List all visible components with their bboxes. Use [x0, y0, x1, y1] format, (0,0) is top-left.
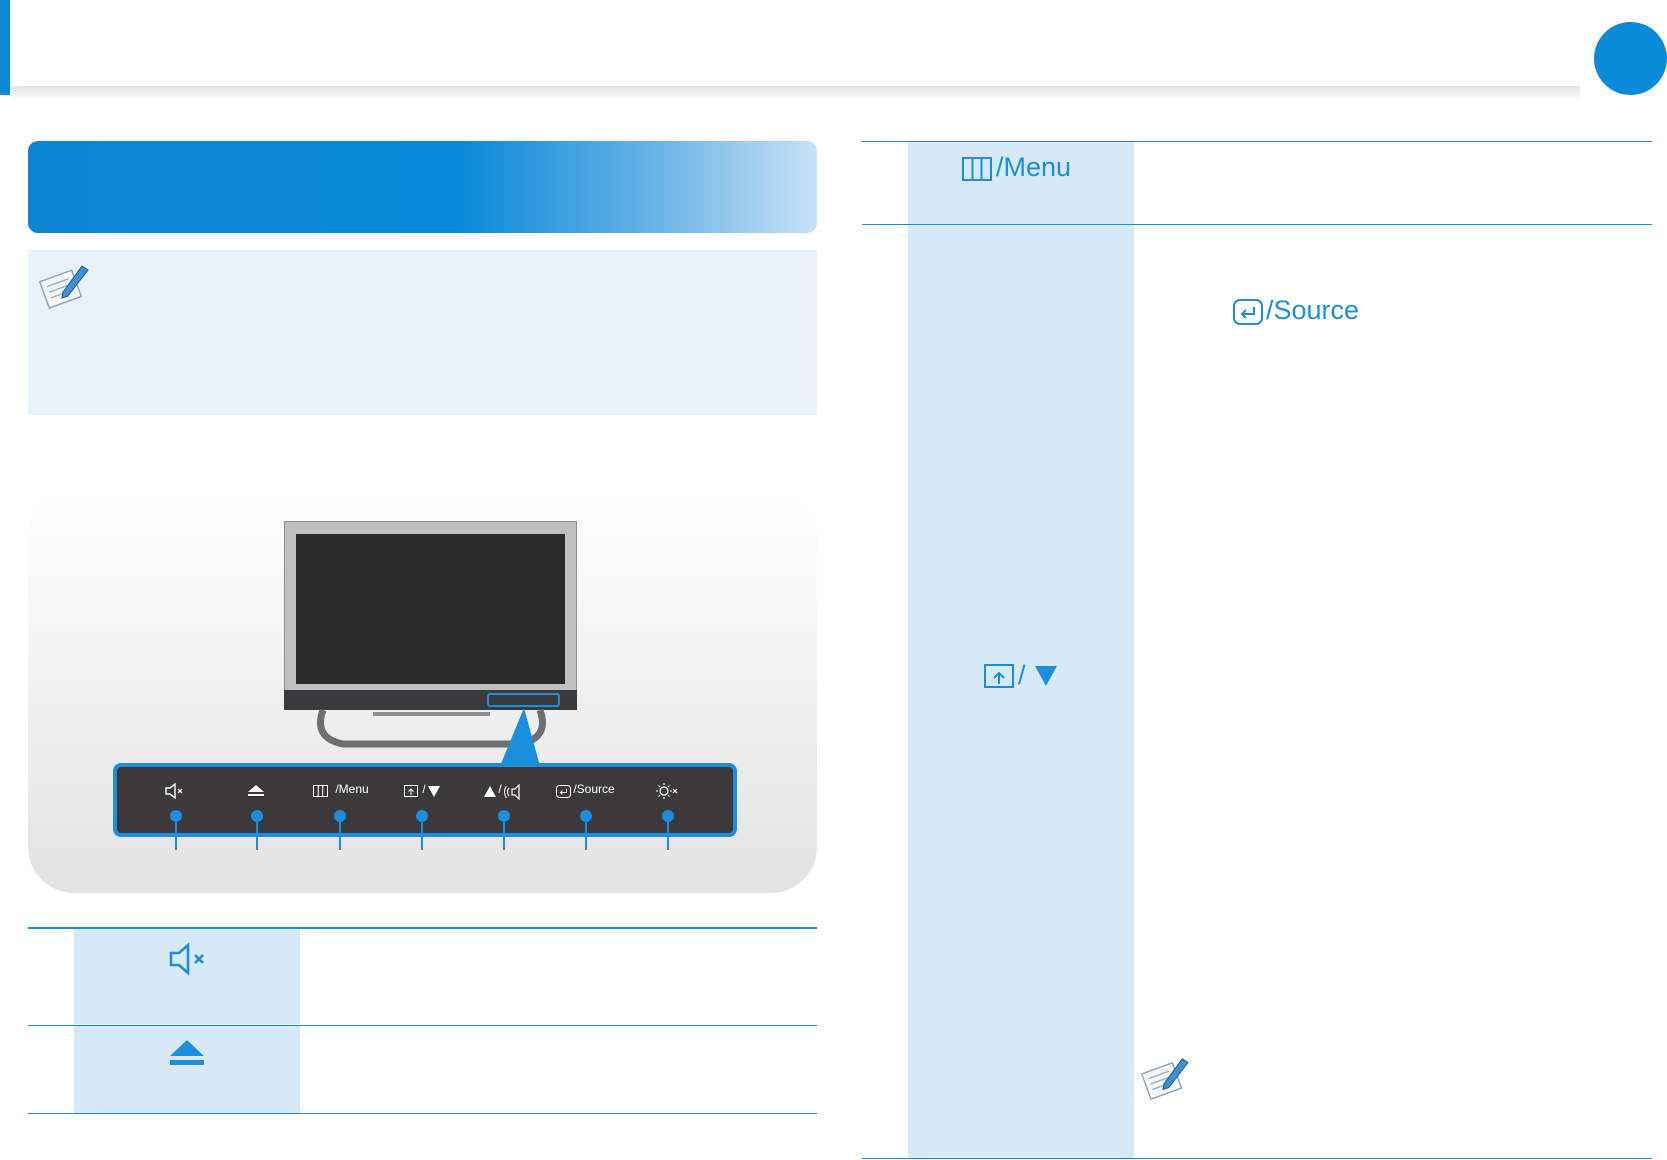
callout-leader-6 [585, 822, 587, 850]
note-icon [1140, 1058, 1189, 1101]
callout-leader-7 [667, 822, 669, 850]
note-icon [38, 265, 89, 310]
volume-icon [504, 784, 520, 800]
strip-label-slash-1: / [422, 782, 426, 796]
monitor-screen [296, 534, 565, 684]
callout-dot-7 [662, 810, 674, 822]
input-key-slash: / [1018, 660, 1026, 690]
callout-leader-1 [175, 822, 177, 850]
callout-leader-5 [503, 822, 505, 850]
left-table-bottom-rule [28, 1113, 817, 1114]
callout-leader-3 [339, 822, 341, 850]
callout-leader-4 [421, 822, 423, 850]
header-accent-bar [0, 0, 10, 95]
right-table-bottom-rule [862, 1158, 1652, 1159]
strip-label-slash-2: / [498, 782, 502, 796]
up-arrow-icon [484, 786, 496, 797]
mute-icon [165, 783, 183, 799]
menu-icon [962, 157, 992, 181]
source-icon [1233, 299, 1263, 325]
source-icon [556, 785, 571, 798]
control-panel [113, 763, 737, 837]
callout-dot-2 [251, 810, 263, 822]
button-area-highlight [487, 693, 560, 707]
source-key-label: /Source [1266, 295, 1360, 325]
input-icon [984, 664, 1014, 688]
down-arrow-icon [1035, 666, 1057, 686]
callout-pointer [500, 708, 540, 766]
menu-icon [313, 785, 328, 797]
chapter-badge [1594, 22, 1667, 95]
menu-key-label: /Menu [996, 152, 1072, 182]
strip-label-source: /Source [573, 782, 615, 796]
callout-dot-4 [416, 810, 428, 822]
section-banner [28, 141, 817, 233]
strip-label-menu: /Menu [335, 782, 369, 796]
note-box [28, 250, 817, 415]
down-arrow-icon [428, 786, 440, 797]
callout-dot-1 [170, 810, 182, 822]
eject-icon [248, 785, 264, 796]
eject-icon [170, 1040, 204, 1065]
header-rule [10, 86, 1580, 100]
callout-leader-2 [256, 822, 258, 850]
input-icon [404, 785, 418, 797]
callout-dot-5 [498, 810, 510, 822]
mute-icon [169, 942, 204, 976]
callout-dot-3 [334, 810, 346, 822]
callout-dot-6 [580, 810, 592, 822]
right-table-key-cell-2 [908, 225, 1134, 1158]
brightness-icon [656, 783, 678, 799]
